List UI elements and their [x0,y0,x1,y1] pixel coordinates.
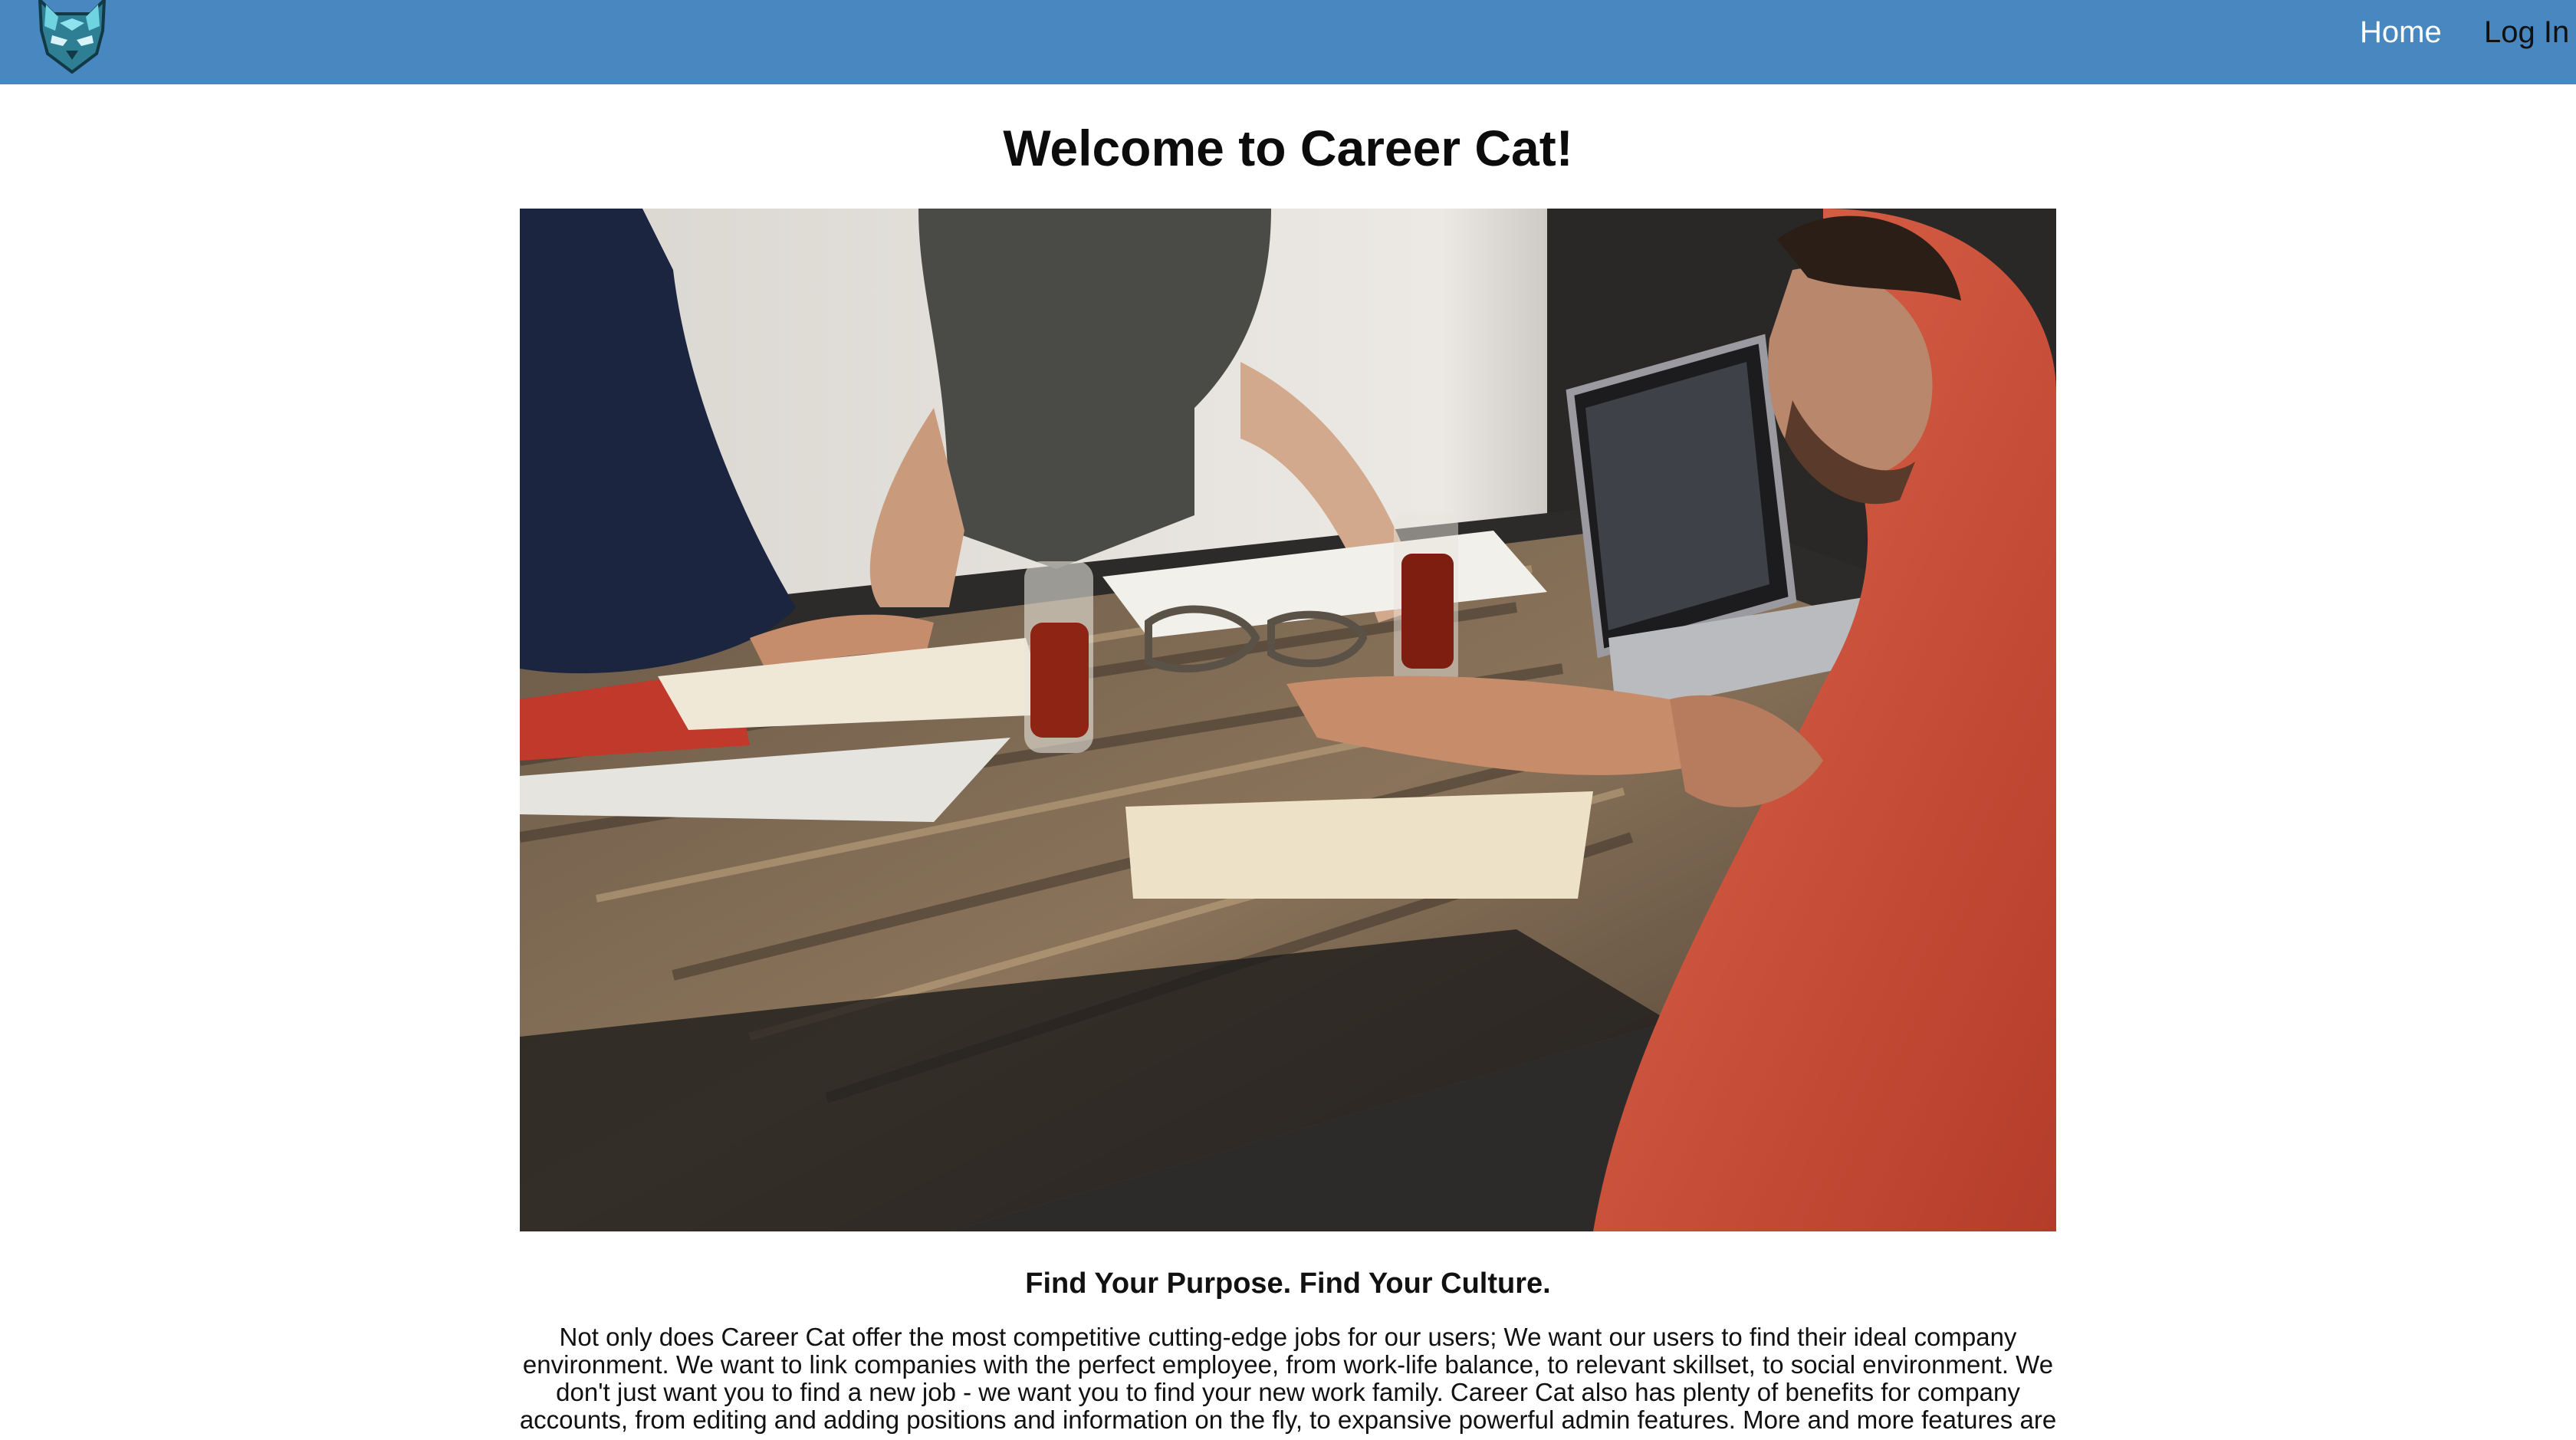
team-meeting-photo [520,209,2056,1231]
nav-login-link[interactable]: Log In [2484,11,2569,54]
cat-head-logo-icon[interactable] [32,0,112,74]
top-navbar: Home Log In [0,0,2576,84]
section-subtitle: Find Your Purpose. Find Your Culture. [1025,1267,1551,1300]
page-title: Welcome to Career Cat! [1003,120,1573,176]
hero-image [520,209,2056,1231]
nav-home-link[interactable]: Home [2360,11,2442,54]
intro-paragraph: Not only does Career Cat offer the most … [519,1323,2057,1434]
